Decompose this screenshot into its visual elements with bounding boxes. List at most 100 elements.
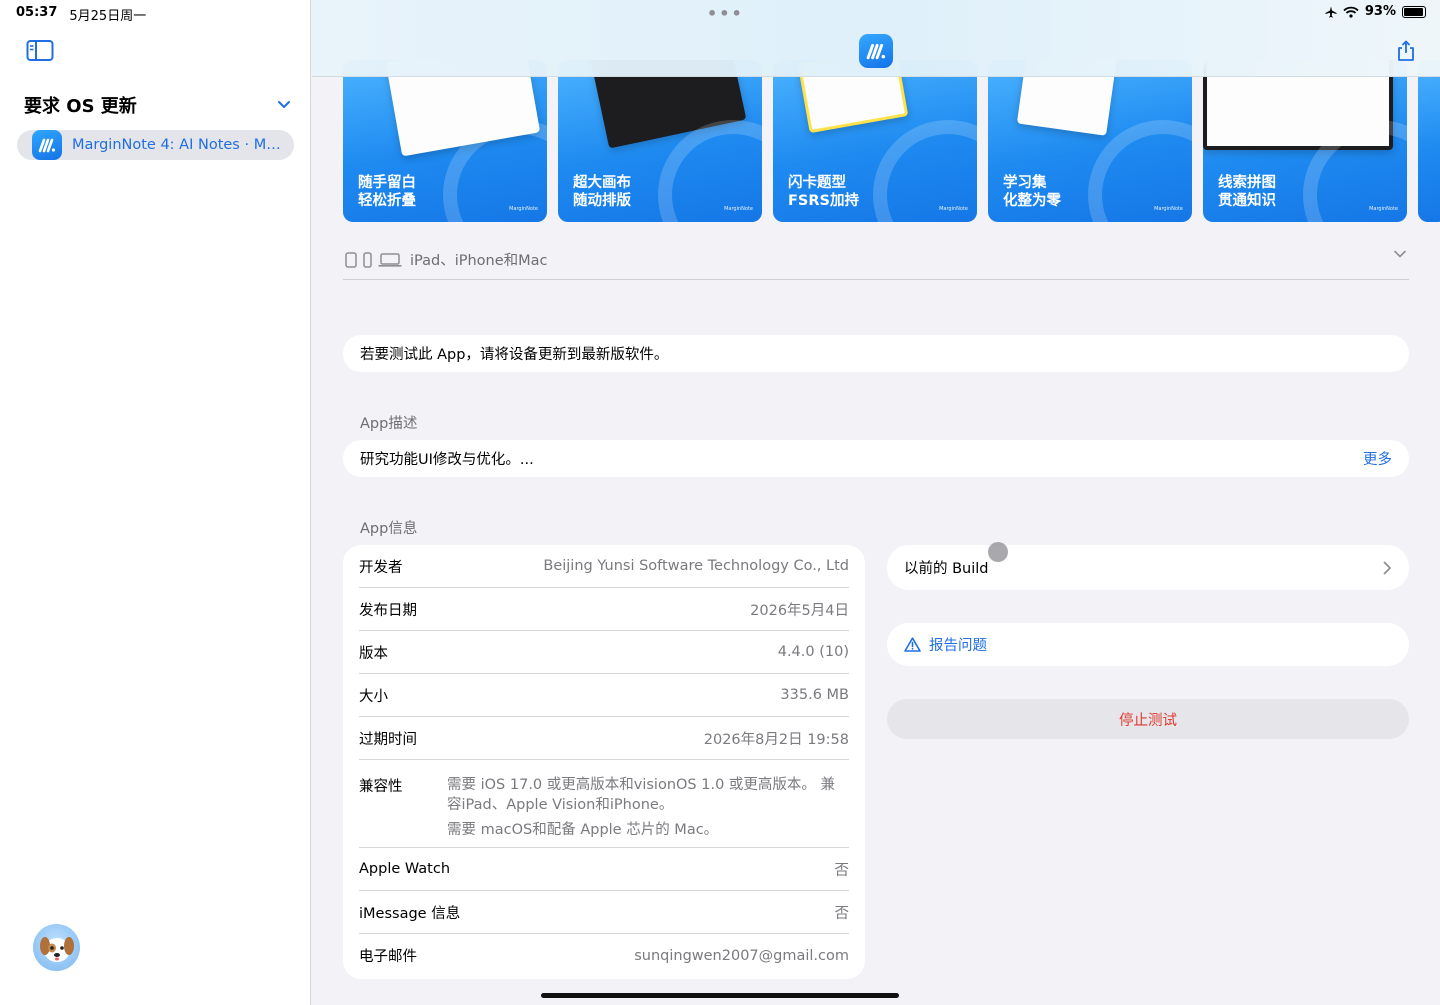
- info-value: Beijing Yunsi Software Technology Co., L…: [543, 558, 849, 574]
- battery-percent: 93%: [1364, 4, 1396, 19]
- previous-builds-label: 以前的 Build: [904, 561, 989, 577]
- main-content: 随手留白 轻松折叠 MarginNote 超大画布 随动排版 MarginNot…: [312, 0, 1440, 1005]
- status-date: 5月25日周一: [69, 9, 147, 24]
- caption-line-2: 贯通知识: [1218, 193, 1276, 209]
- status-bar-right: 93%: [1325, 4, 1426, 19]
- top-toolbar: ••• 93%: [312, 0, 1440, 77]
- status-time: 05:37: [16, 5, 58, 20]
- app-icon-large: [859, 34, 893, 68]
- info-row-expires: 过期时间 2026年8月2日 19:58: [359, 717, 849, 760]
- sidebar-section-header[interactable]: 要求 OS 更新: [24, 92, 292, 118]
- info-value: 4.4.0 (10): [777, 644, 849, 660]
- compatibility-line-ios: 需要 iOS 17.0 或更高版本和visionOS 1.0 或更高版本。 兼容…: [447, 777, 836, 813]
- caption-line-1: 随手留白: [358, 175, 416, 191]
- os-update-notice: 若要测试此 App，请将设备更新到最新版软件。: [343, 335, 1409, 372]
- app-icon: [32, 130, 62, 160]
- supported-devices-row[interactable]: iPad、iPhone和Mac: [343, 240, 1409, 280]
- info-key: Apple Watch: [359, 861, 451, 877]
- info-key: 电子邮件: [359, 949, 417, 965]
- battery-icon: [1402, 5, 1426, 18]
- card-brand: MarginNote: [724, 206, 753, 212]
- info-row-compatibility: 兼容性 需要 iOS 17.0 或更高版本和visionOS 1.0 或更高版本…: [359, 760, 849, 848]
- info-row-imessage: iMessage 信息 否: [359, 891, 849, 934]
- caption-line-2: 化整为零: [1003, 193, 1061, 209]
- info-value[interactable]: sunqingwen2007@gmail.com: [634, 948, 849, 964]
- home-indicator[interactable]: [541, 993, 899, 998]
- description-card: 研究功能UI修改与优化。... 更多: [343, 440, 1409, 477]
- info-key: 过期时间: [359, 731, 417, 748]
- info-section-label: App信息: [360, 521, 418, 537]
- screenshot-caption: 闪卡题型 FSRS加持: [788, 174, 859, 210]
- card-brand: MarginNote: [1154, 206, 1183, 212]
- report-problem-label: 报告问题: [929, 638, 987, 654]
- info-row-size: 大小 335.6 MB: [359, 674, 849, 717]
- pointer-cursor: [988, 542, 1008, 562]
- info-row-developer: 开发者 Beijing Yunsi Software Technology Co…: [359, 545, 849, 588]
- marginnote-logo-icon: [866, 43, 886, 60]
- iphone-icon: [363, 251, 372, 268]
- caption-line-2: 随动排版: [573, 193, 631, 209]
- info-key: 版本: [359, 645, 388, 662]
- airplane-icon: [1325, 6, 1337, 17]
- previous-builds-button[interactable]: 以前的 Build: [887, 545, 1409, 590]
- caption-line-1: 线索拼图: [1218, 175, 1276, 191]
- info-key: 兼容性: [359, 779, 403, 795]
- caption-line-1: 超大画布: [573, 175, 631, 191]
- caption-line-2: FSRS加持: [788, 193, 859, 209]
- info-value: 2026年5月4日: [750, 602, 849, 619]
- multitasking-dots-icon[interactable]: •••: [707, 4, 744, 23]
- warning-icon: [904, 637, 921, 652]
- avatar[interactable]: [33, 924, 80, 971]
- chevron-right-icon: [1383, 561, 1391, 574]
- status-bar-left: 05:37 5月25日周一: [16, 5, 146, 24]
- info-row-apple-watch: Apple Watch 否: [359, 848, 849, 891]
- stop-testing-button[interactable]: 停止测试: [887, 699, 1409, 739]
- screenshot-card[interactable]: 超大画布 随动排版 MarginNote: [558, 60, 762, 222]
- compatibility-line-mac: 需要 macOS和配备 Apple 芯片的 Mac。: [447, 822, 719, 838]
- info-value: 2026年8月2日 19:58: [703, 731, 849, 748]
- screenshot-card-partial[interactable]: [1418, 60, 1440, 222]
- screenshot-card[interactable]: 随手留白 轻松折叠 MarginNote: [343, 60, 547, 222]
- description-section-label: App描述: [360, 416, 418, 432]
- dog-memoji-icon: [39, 936, 74, 962]
- screenshot-caption: 超大画布 随动排版: [573, 174, 631, 210]
- screenshot-card[interactable]: 闪卡题型 FSRS加持 MarginNote: [773, 60, 977, 222]
- ipad-icon: [345, 251, 357, 268]
- wifi-icon: [1343, 6, 1359, 18]
- info-value: 335.6 MB: [780, 687, 849, 703]
- info-key: iMessage 信息: [359, 905, 461, 922]
- caption-line-1: 学习集: [1003, 175, 1047, 191]
- battery-level: [1404, 7, 1423, 16]
- device-icons: [345, 251, 402, 268]
- caption-line-2: 轻松折叠: [358, 193, 416, 209]
- devices-label: iPad、iPhone和Mac: [410, 253, 548, 269]
- compatibility-text: 需要 iOS 17.0 或更高版本和visionOS 1.0 或更高版本。 兼容…: [447, 775, 849, 840]
- sidebar-section-title: 要求 OS 更新: [24, 96, 137, 117]
- caption-line-1: 闪卡题型: [788, 175, 846, 191]
- app-info-table: 开发者 Beijing Yunsi Software Technology Co…: [343, 545, 865, 979]
- info-row-release-date: 发布日期 2026年5月4日: [359, 588, 849, 631]
- sidebar-item-marginnote[interactable]: MarginNote 4: AI Notes · Mi...: [17, 130, 294, 160]
- info-value: 否: [834, 905, 850, 922]
- more-link[interactable]: 更多: [1363, 448, 1392, 469]
- chevron-down-icon[interactable]: [276, 97, 292, 113]
- chevron-down-icon[interactable]: [1393, 247, 1407, 261]
- sidebar-toggle-icon[interactable]: [26, 39, 54, 63]
- screenshot-card[interactable]: 学习集 化整为零 MarginNote: [988, 60, 1192, 222]
- sidebar-item-label: MarginNote 4: AI Notes · Mi...: [72, 137, 282, 153]
- card-brand: MarginNote: [1369, 206, 1398, 212]
- info-key: 开发者: [359, 559, 403, 576]
- info-row-version: 版本 4.4.0 (10): [359, 631, 849, 674]
- info-value: 否: [834, 862, 850, 879]
- marginnote-logo-icon: [38, 138, 56, 153]
- card-brand: MarginNote: [509, 206, 538, 212]
- info-row-email: 电子邮件 sunqingwen2007@gmail.com: [359, 934, 849, 977]
- report-problem-button[interactable]: 报告问题: [887, 623, 1409, 666]
- mac-icon: [378, 252, 402, 267]
- share-icon[interactable]: [1396, 40, 1416, 62]
- screenshot-card[interactable]: 线索拼图 贯通知识 MarginNote: [1203, 60, 1407, 222]
- info-key: 大小: [359, 688, 388, 705]
- screenshot-caption: 线索拼图 贯通知识: [1218, 174, 1276, 210]
- description-text: 研究功能UI修改与优化。...: [360, 452, 534, 468]
- screenshot-carousel[interactable]: 随手留白 轻松折叠 MarginNote 超大画布 随动排版 MarginNot…: [343, 60, 1440, 222]
